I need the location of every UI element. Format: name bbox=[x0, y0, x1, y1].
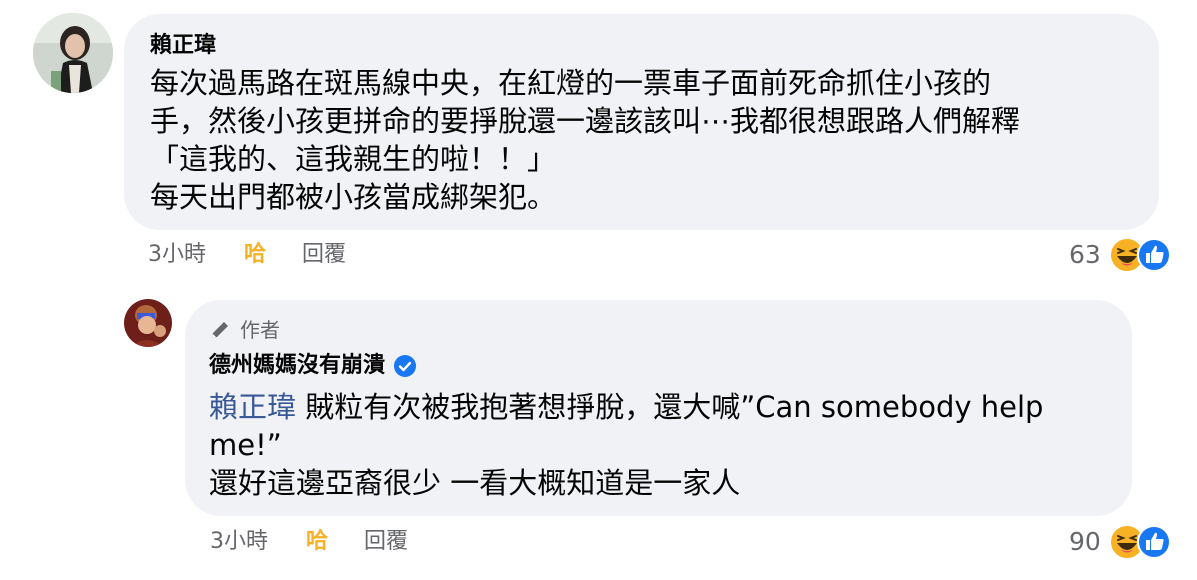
comment-text-line: 手，然後小孩更拼命的要掙脫還一邊該該叫⋯我都很想跟路人們解釋 bbox=[150, 104, 1021, 138]
reply-text-line: 賴正瑋 賊粒有次被我抱著想掙脫，還大喊”Can somebody help bbox=[209, 388, 1043, 426]
reply-author-row: 德州媽媽沒有崩潰 bbox=[209, 352, 417, 380]
pencil-icon bbox=[212, 322, 228, 338]
haha-reaction-button[interactable]: 哈 bbox=[244, 241, 266, 269]
comment-bubble: 賴正瑋 每次過馬路在斑馬線中央，在紅燈的一票車子面前死命抓住小孩的 手，然後小孩… bbox=[124, 14, 1159, 230]
comment-text-line: 每次過馬路在斑馬線中央，在紅燈的一票車子面前死命抓住小孩的 bbox=[150, 66, 992, 100]
author-tag-label: 作者 bbox=[240, 318, 280, 342]
reaction-count: 63 bbox=[1069, 240, 1101, 269]
reply-text-segment: 賊粒有次被我抱著想掙脫，還大喊”Can somebody help bbox=[296, 390, 1044, 424]
comment-text: 每次過馬路在斑馬線中央，在紅燈的一票車子面前死命抓住小孩的 手，然後小孩更拼命的… bbox=[150, 64, 1020, 216]
reply-text-line: me!” bbox=[209, 428, 282, 462]
reaction-summary[interactable]: 63 bbox=[1069, 237, 1175, 273]
reply-author-name[interactable]: 德州媽媽沒有崩潰 bbox=[209, 352, 385, 380]
commenter-avatar[interactable] bbox=[33, 13, 113, 93]
comment-text-line: 每天出門都被小孩當成綁架犯。 bbox=[150, 180, 557, 214]
like-reaction-icon bbox=[1136, 525, 1171, 559]
reply-timestamp[interactable]: 3小時 bbox=[210, 528, 268, 556]
avatar-painting bbox=[124, 299, 172, 347]
comment-author-name[interactable]: 賴正瑋 bbox=[150, 32, 216, 60]
avatar-photo bbox=[33, 13, 113, 93]
reply-bubble: 作者 德州媽媽沒有崩潰 賴正瑋 賊粒有次被我抱著想掙脫，還大喊”Can some… bbox=[185, 300, 1132, 516]
reply-button[interactable]: 回覆 bbox=[302, 241, 346, 269]
verified-badge-icon bbox=[394, 355, 417, 377]
comment-actions: 3小時 哈 回覆 bbox=[148, 241, 346, 269]
reply-text: 賴正瑋 賊粒有次被我抱著想掙脫，還大喊”Can somebody help me… bbox=[209, 388, 1043, 502]
reaction-count: 90 bbox=[1069, 527, 1101, 556]
mention-link[interactable]: 賴正瑋 bbox=[209, 390, 296, 424]
reply-button[interactable]: 回覆 bbox=[364, 528, 408, 556]
reaction-summary[interactable]: 90 bbox=[1069, 524, 1175, 560]
like-reaction-icon bbox=[1136, 238, 1171, 272]
author-avatar[interactable] bbox=[124, 299, 172, 347]
reply-text-line: 還好這邊亞裔很少 一看大概知道是一家人 bbox=[209, 466, 741, 500]
haha-reaction-button[interactable]: 哈 bbox=[306, 528, 328, 556]
reply-actions: 3小時 哈 回覆 bbox=[210, 528, 408, 556]
comment-text-line: 「這我的、這我親生的啦！！」 bbox=[150, 142, 557, 176]
comment-timestamp[interactable]: 3小時 bbox=[148, 241, 206, 269]
author-tag: 作者 bbox=[209, 317, 280, 343]
